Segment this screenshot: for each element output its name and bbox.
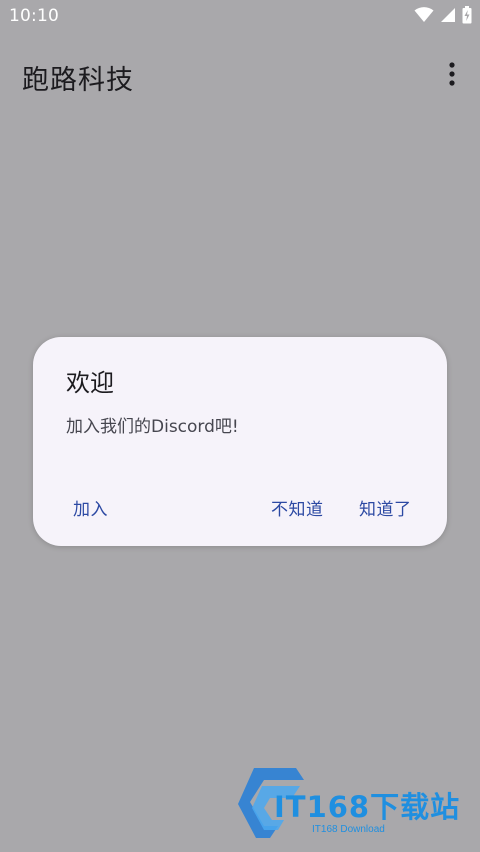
watermark: IT168下载站 IT168 Download — [234, 764, 474, 842]
welcome-dialog: 欢迎 加入我们的Discord吧! 加入 不知道 知道了 — [33, 337, 447, 546]
app-title: 跑路科技 — [22, 65, 134, 96]
status-icons — [414, 6, 472, 24]
dialog-message: 加入我们的Discord吧! — [66, 417, 239, 437]
more-vert-icon — [449, 62, 455, 90]
got-it-button[interactable]: 知道了 — [359, 495, 412, 520]
dont-know-button[interactable]: 不知道 — [271, 495, 324, 520]
watermark-brand: IT168下载站 — [274, 790, 461, 824]
dialog-title: 欢迎 — [66, 369, 114, 397]
watermark-subtitle: IT168 Download — [312, 824, 385, 835]
status-bar: 10:10 — [0, 0, 480, 32]
app-bar: 跑路科技 — [0, 44, 480, 108]
signal-icon — [440, 7, 456, 23]
battery-charging-icon — [462, 6, 472, 24]
more-options-button[interactable] — [440, 60, 464, 92]
join-button[interactable]: 加入 — [73, 495, 108, 520]
status-time: 10:10 — [9, 6, 59, 26]
wifi-icon — [414, 7, 434, 23]
